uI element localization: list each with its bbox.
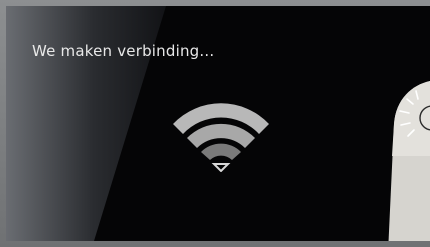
remote-control-icon [388,81,430,241]
connecting-status-text: We maken verbinding... [32,42,215,60]
tv-screen: We maken verbinding... [6,6,430,241]
tv-frame: We maken verbinding... [0,0,430,247]
wifi-icon [173,103,269,172]
